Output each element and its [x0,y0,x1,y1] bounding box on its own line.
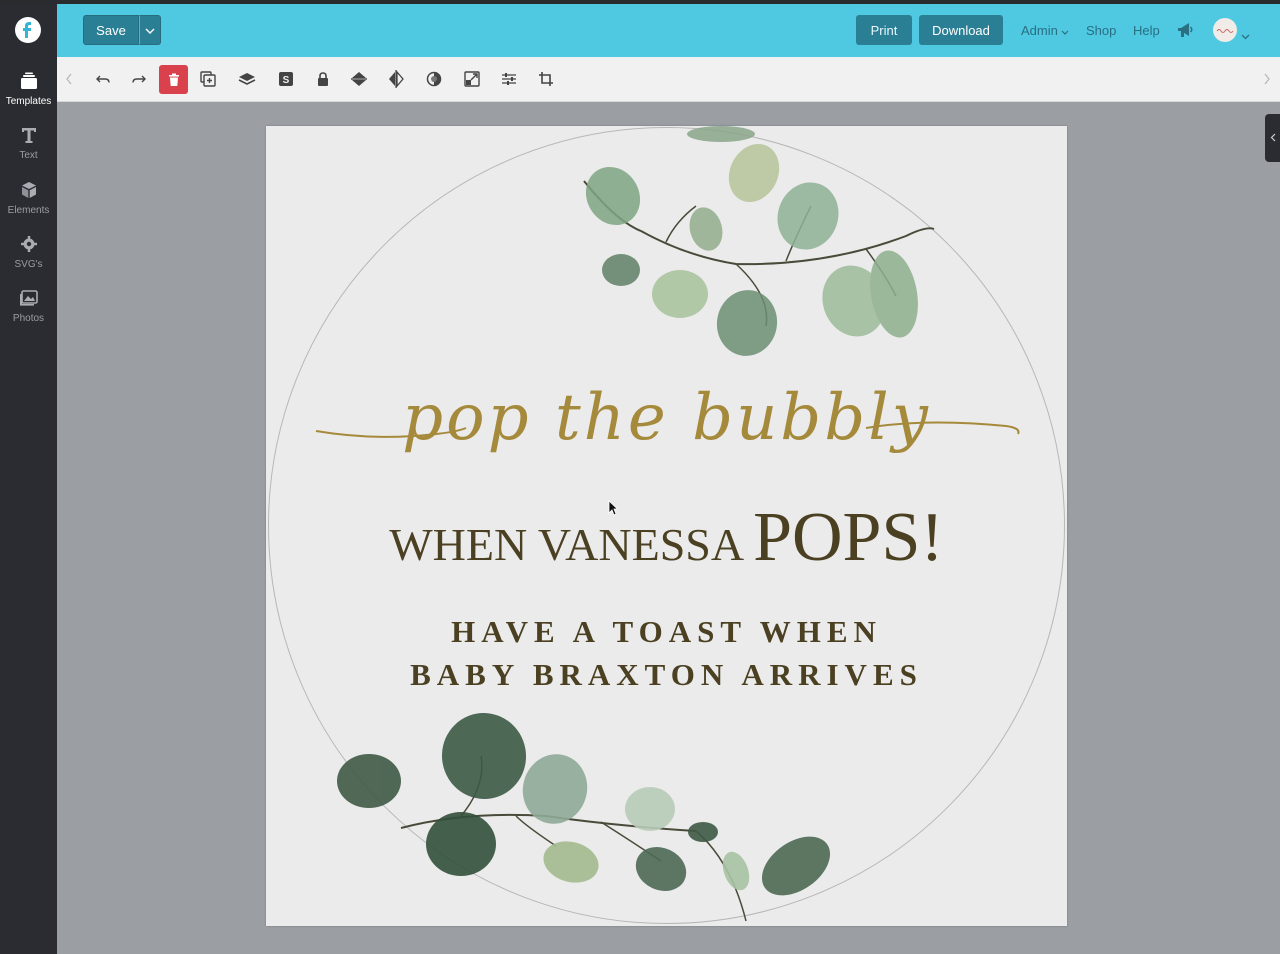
sidebar: Templates Text Elements SVG's Photos [0,4,57,954]
scroll-left-icon[interactable] [57,66,81,92]
shop-link[interactable]: Shop [1086,23,1116,38]
sidebar-item-photos[interactable]: Photos [0,289,57,324]
svg-text:S: S [283,75,290,86]
duplicate-icon[interactable] [195,66,221,92]
sidebar-item-label: Photos [12,313,45,324]
chevron-down-icon [145,21,155,39]
sidebar-item-templates[interactable]: Templates [0,72,57,107]
print-button[interactable]: Print [856,15,912,45]
flip-icon[interactable] [383,66,409,92]
sidebar-item-elements[interactable]: Elements [0,181,57,216]
headline-big: POPS! [753,499,944,576]
announcement-icon[interactable] [1176,21,1194,44]
sidebar-item-text[interactable]: Text [0,126,57,161]
admin-label: Admin [1021,23,1058,38]
resize-icon[interactable] [459,66,485,92]
admin-menu[interactable]: Admin [1021,23,1069,38]
undo-icon[interactable] [90,66,116,92]
scroll-right-icon[interactable] [1255,66,1279,92]
svg-icon[interactable]: S [273,66,299,92]
adjust-icon[interactable] [496,66,522,92]
elements-icon [0,181,57,203]
gear-icon [0,235,57,257]
text-icon [0,126,57,148]
avatar[interactable] [1213,18,1237,42]
photos-icon [0,289,57,311]
save-button[interactable]: Save [83,15,139,45]
download-button[interactable]: Download [919,15,1003,45]
chevron-down-icon[interactable] [1241,27,1250,45]
sidebar-item-label: SVG's [14,259,43,270]
crop-icon[interactable] [533,66,559,92]
delete-icon[interactable] [159,65,188,94]
subline-text-2[interactable]: BABY BRAXTON ARRIVES [266,657,1067,693]
chevron-down-icon [1061,23,1069,38]
sidebar-item-label: Elements [7,205,50,216]
edit-toolbar: S [57,57,1280,102]
sidebar-item-label: Text [19,150,38,161]
templates-icon [0,72,57,94]
opacity-icon[interactable] [421,66,447,92]
headline-small: WHEN VANESSA [389,519,754,570]
app-logo[interactable] [15,17,41,43]
mouse-cursor-icon [608,500,619,521]
redo-icon[interactable] [126,66,152,92]
sidebar-item-svgs[interactable]: SVG's [0,235,57,270]
save-options-button[interactable] [139,15,161,45]
script-title-text[interactable]: pop the bubbly [266,381,1067,455]
chevron-left-icon [1270,129,1276,147]
panel-toggle[interactable] [1265,114,1280,162]
subline-text-1[interactable]: HAVE A TOAST WHEN [266,614,1067,650]
align-icon[interactable] [346,66,372,92]
lock-icon[interactable] [310,66,336,92]
help-link[interactable]: Help [1133,23,1160,38]
top-header: Save Print Download Admin Shop Help [57,4,1280,57]
layers-icon[interactable] [234,66,260,92]
design-canvas[interactable]: pop the bubbly WHEN VANESSA POPS! HAVE A… [266,126,1067,926]
headline-text[interactable]: WHEN VANESSA POPS! [266,498,1067,578]
sidebar-item-label: Templates [5,96,52,107]
